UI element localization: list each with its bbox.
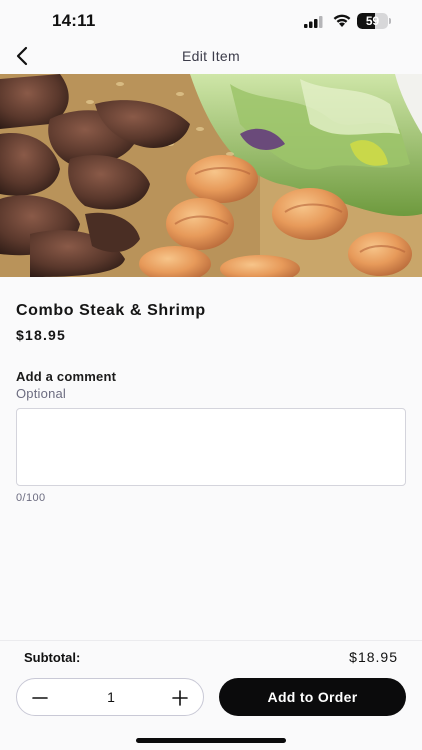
item-name: Combo Steak & Shrimp: [16, 302, 206, 319]
item-price: $18.95: [16, 327, 67, 343]
status-bar: 14:11 59: [0, 0, 422, 44]
comment-label: Add a comment: [16, 369, 117, 384]
order-footer: Subtotal: $18.95 1 Add to Order: [0, 640, 422, 750]
page-title: Edit Item: [182, 48, 240, 64]
subtotal-value: $18.95: [349, 649, 398, 665]
wifi-icon: [332, 13, 352, 33]
status-time: 14:11: [52, 11, 96, 30]
battery-level: 59: [365, 14, 380, 28]
character-count: 0/100: [16, 492, 46, 504]
signal-icon: [304, 15, 324, 33]
home-indicator[interactable]: [136, 738, 286, 743]
add-to-order-button[interactable]: Add to Order: [219, 678, 406, 716]
increase-quantity-button[interactable]: [165, 683, 195, 713]
comment-optional-label: Optional: [16, 386, 67, 401]
item-photo: [0, 74, 422, 277]
nav-bar: Edit Item: [0, 42, 422, 72]
battery-icon: 59: [357, 13, 391, 29]
plus-icon: [172, 690, 188, 706]
comment-input[interactable]: [16, 408, 406, 486]
quantity-stepper: 1: [16, 678, 204, 716]
subtotal-label: Subtotal:: [24, 650, 81, 665]
